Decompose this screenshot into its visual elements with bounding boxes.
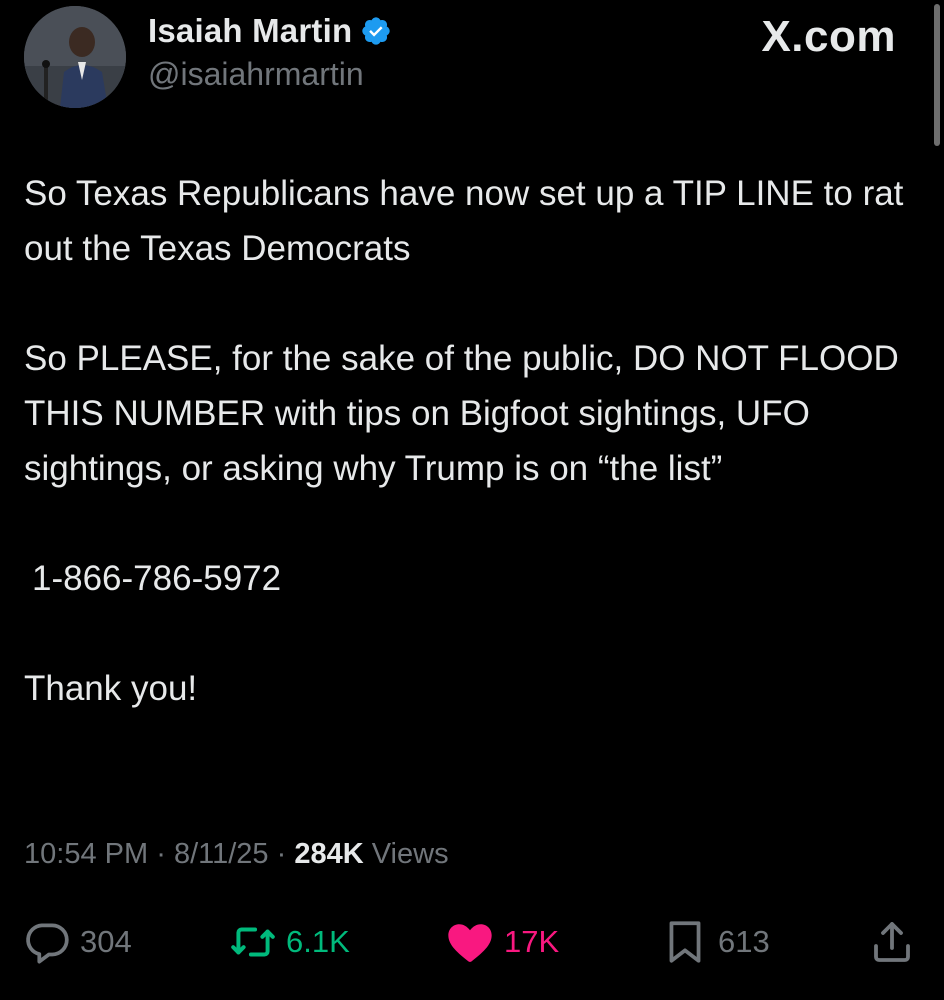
verified-badge-icon — [360, 15, 392, 47]
repost-icon — [228, 917, 278, 967]
like-count: 17K — [504, 924, 560, 959]
tweet-paragraph: So Texas Republicans have now set up a T… — [24, 174, 904, 268]
tweet-text: So Texas Republicans have now set up a T… — [24, 166, 924, 716]
like-button[interactable]: 17K — [444, 912, 559, 972]
author-display-name[interactable]: Isaiah Martin — [148, 12, 352, 50]
meta-separator: · — [276, 838, 287, 870]
tweet-actions: 304 6.1K 17K 613 — [0, 912, 944, 972]
tweet-date[interactable]: 8/11/25 — [174, 838, 269, 870]
share-button[interactable] — [868, 912, 916, 972]
scrollbar[interactable] — [934, 4, 940, 146]
reply-icon — [22, 917, 72, 967]
tweet-meta: 10:54 PM · 8/11/25 · 284K Views — [24, 838, 449, 871]
bookmark-icon — [660, 917, 710, 967]
author-handle[interactable]: @isaiahrmartin — [148, 56, 364, 93]
repost-button[interactable]: 6.1K — [228, 912, 350, 972]
tweet-phone-number: 1-866-786-5972 — [32, 559, 282, 598]
views-count: 284K — [294, 838, 364, 870]
heart-icon — [444, 916, 496, 968]
tweet-paragraph: So PLEASE, for the sake of the public, D… — [24, 339, 899, 488]
bookmark-button[interactable]: 613 — [660, 912, 770, 972]
repost-count: 6.1K — [286, 924, 350, 959]
bookmark-count: 613 — [718, 924, 770, 959]
tweet-detail: Isaiah Martin @isaiahrmartin X.com So Te… — [0, 0, 944, 1000]
meta-separator: · — [156, 838, 166, 870]
reply-button[interactable]: 304 — [22, 912, 132, 972]
share-icon — [868, 918, 916, 966]
x-com-logo: X.com — [761, 12, 896, 61]
tweet-time[interactable]: 10:54 PM — [24, 838, 148, 870]
views-label: Views — [371, 838, 449, 870]
reply-count: 304 — [80, 924, 132, 959]
avatar[interactable] — [24, 6, 126, 108]
tweet-paragraph: Thank you! — [24, 669, 198, 708]
author-name-row[interactable]: Isaiah Martin — [148, 12, 392, 50]
